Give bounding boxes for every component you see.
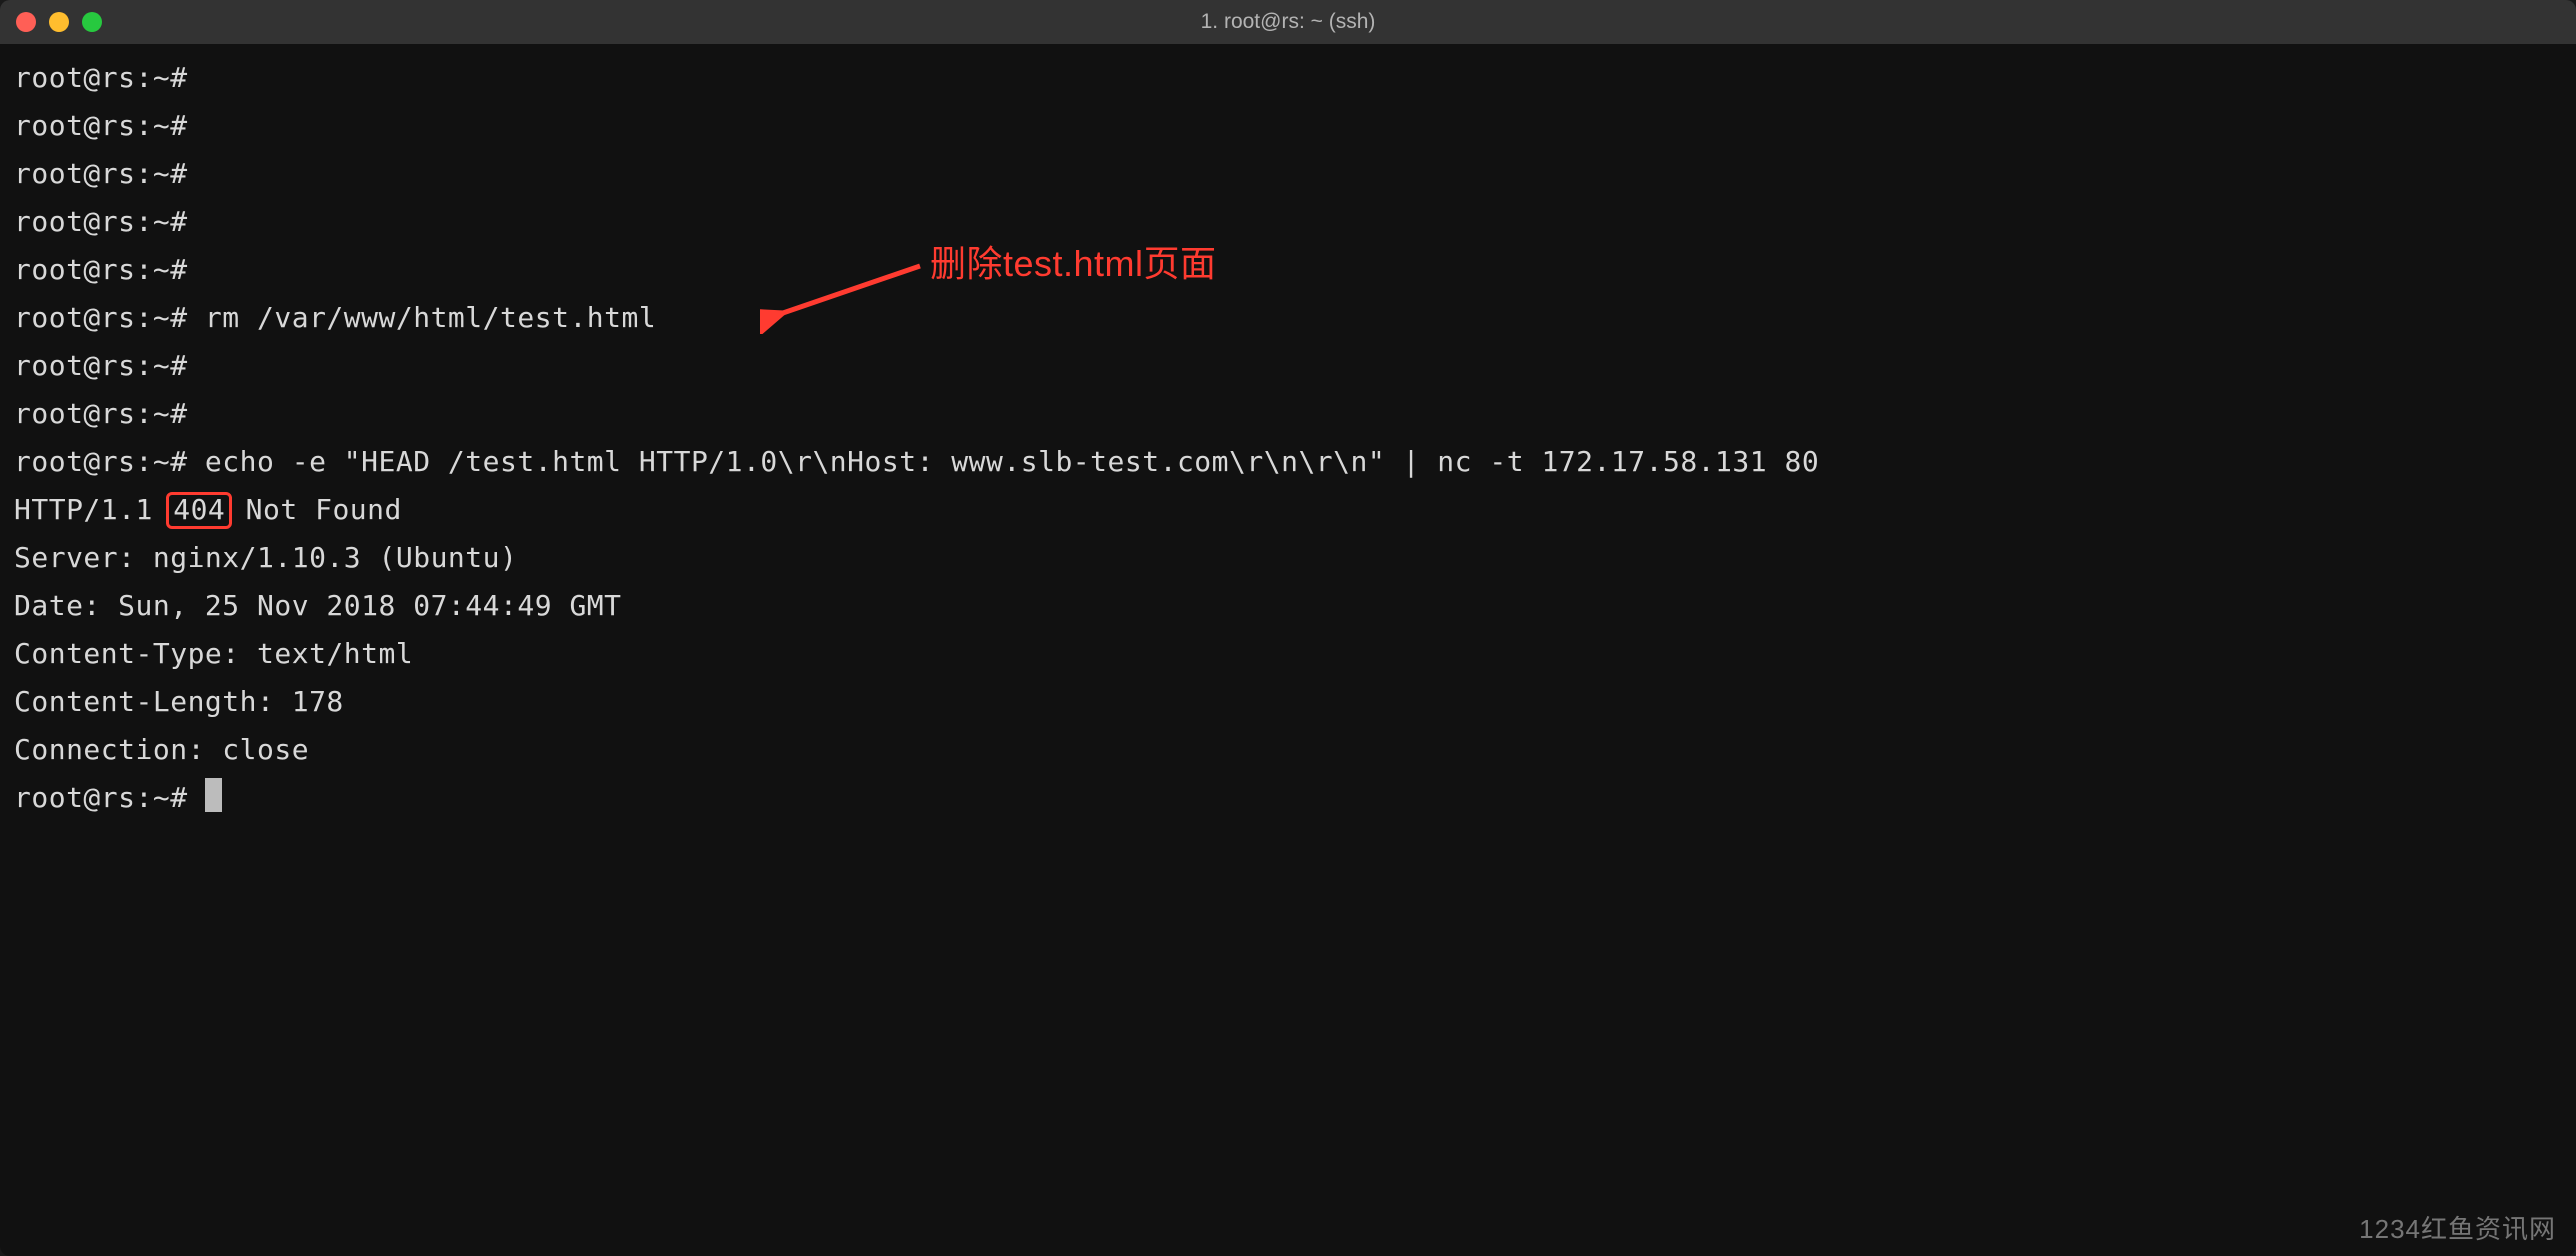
terminal-line: root@rs:~# <box>14 150 2562 198</box>
minimize-button[interactable] <box>49 12 69 32</box>
terminal-window: 1. root@rs: ~ (ssh) root@rs:~# root@rs:~… <box>0 0 2576 1256</box>
terminal-line-response: HTTP/1.1 404 Not Found <box>14 486 2562 534</box>
terminal-line-response: Connection: close <box>14 726 2562 774</box>
terminal-line-response: Content-Length: 178 <box>14 678 2562 726</box>
title-bar[interactable]: 1. root@rs: ~ (ssh) <box>0 0 2576 44</box>
traffic-lights <box>16 12 102 32</box>
terminal-line-response: Server: nginx/1.10.3 (Ubuntu) <box>14 534 2562 582</box>
terminal-line-response: Date: Sun, 25 Nov 2018 07:44:49 GMT <box>14 582 2562 630</box>
terminal-line: root@rs:~# <box>14 102 2562 150</box>
terminal-line: root@rs:~# <box>14 246 2562 294</box>
terminal-line: root@rs:~# rm /var/www/html/test.html <box>14 294 2562 342</box>
terminal-line: root@rs:~# <box>14 390 2562 438</box>
maximize-button[interactable] <box>82 12 102 32</box>
terminal-line: root@rs:~# <box>14 198 2562 246</box>
terminal-line-response: Content-Type: text/html <box>14 630 2562 678</box>
annotation-arrow-icon <box>760 254 940 334</box>
close-button[interactable] <box>16 12 36 32</box>
http-version: HTTP/1.1 <box>14 493 170 526</box>
prompt: root@rs:~# <box>14 781 205 814</box>
terminal-line: root@rs:~# echo -e "HEAD /test.html HTTP… <box>14 438 2562 486</box>
terminal-line: root@rs:~# <box>14 342 2562 390</box>
status-code-highlight: 404 <box>166 492 232 529</box>
terminal-line: root@rs:~# <box>14 54 2562 102</box>
watermark-text: 1234红鱼资讯网 <box>2359 1209 2556 1246</box>
terminal-line-prompt: root@rs:~# <box>14 774 2562 822</box>
terminal-body[interactable]: root@rs:~# root@rs:~# root@rs:~# root@rs… <box>0 44 2576 1256</box>
status-text: Not Found <box>228 493 402 526</box>
window-title: 1. root@rs: ~ (ssh) <box>1201 10 1376 34</box>
annotation-text: 删除test.html页面 <box>930 240 1217 288</box>
cursor-icon <box>205 778 222 812</box>
